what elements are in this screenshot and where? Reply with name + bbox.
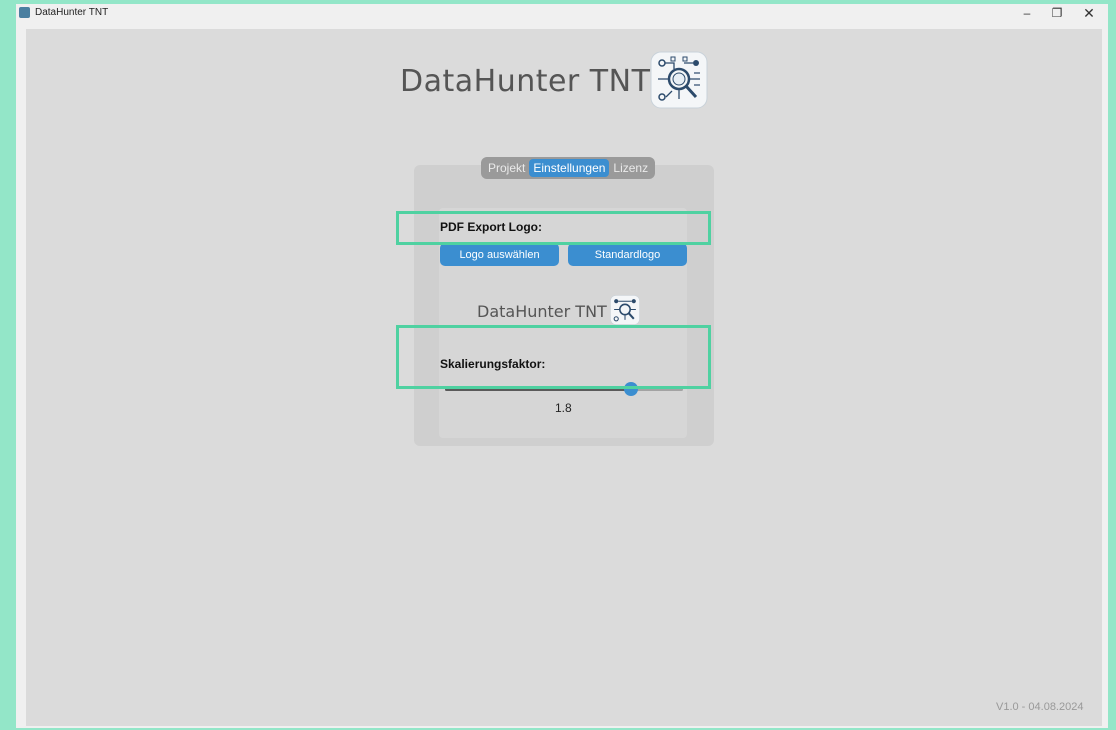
maximize-button[interactable]: ❐ xyxy=(1042,4,1072,22)
scale-factor-value: 1.8 xyxy=(555,401,572,413)
default-logo-button[interactable]: Standardlogo xyxy=(568,243,687,266)
app-title: DataHunter TNT xyxy=(400,64,651,99)
logo-buttons-highlight xyxy=(396,211,711,245)
close-button[interactable]: ✕ xyxy=(1074,4,1104,22)
choose-logo-button[interactable]: Logo auswählen xyxy=(440,243,559,266)
logo-preview-icon xyxy=(610,295,640,325)
tab-einstellungen[interactable]: Einstellungen xyxy=(529,159,610,177)
minimize-button[interactable]: – xyxy=(1012,4,1042,22)
logo-preview-title: DataHunter TNT xyxy=(477,302,607,321)
tab-projekt[interactable]: Projekt xyxy=(484,159,529,177)
scale-slider-highlight xyxy=(396,325,711,389)
settings-panel: Projekt Einstellungen Lizenz PDF Export … xyxy=(414,157,714,446)
app-window-icon xyxy=(19,7,30,18)
tab-bar: Projekt Einstellungen Lizenz xyxy=(481,157,656,179)
app-window: DataHunter TNT – ❐ ✕ DataHunter TNT Proj… xyxy=(16,4,1108,728)
tab-lizenz[interactable]: Lizenz xyxy=(609,159,652,177)
title-bar: DataHunter TNT – ❐ ✕ xyxy=(16,4,1108,22)
version-label: V1.0 - 04.08.2024 xyxy=(996,701,1084,713)
tnt-logo-icon xyxy=(650,51,708,109)
window-title: DataHunter TNT xyxy=(35,7,109,18)
